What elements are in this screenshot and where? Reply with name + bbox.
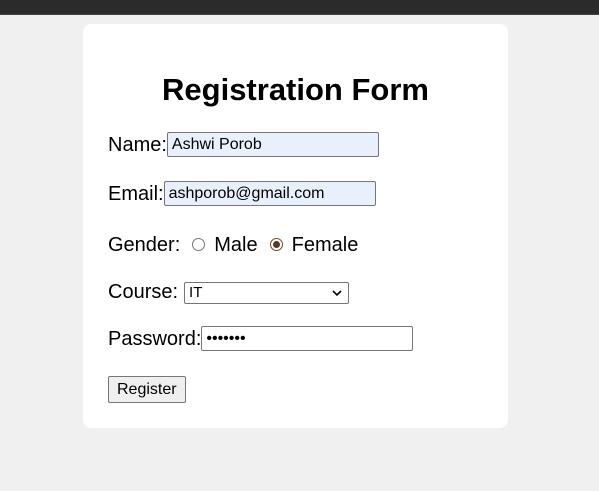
password-label: Password: [108, 327, 202, 350]
course-label: Course: [108, 281, 179, 303]
name-input[interactable] [166, 132, 379, 157]
browser-top-bar [0, 0, 599, 15]
gender-female-label[interactable]: Female [292, 233, 359, 257]
email-input[interactable] [163, 181, 376, 206]
gender-female-radio[interactable] [269, 237, 283, 251]
course-select[interactable]: IT [184, 282, 350, 304]
password-row: Password: [108, 326, 414, 351]
registration-card: Registration Form Name: Email: Gender: M… [83, 24, 508, 428]
name-label: Name: [108, 133, 167, 156]
gender-male-label[interactable]: Male [214, 233, 257, 257]
register-button[interactable]: Register [108, 376, 186, 403]
gender-male-radio[interactable] [192, 237, 206, 251]
name-row: Name: [108, 132, 379, 157]
chevron-down-icon [332, 290, 342, 297]
gender-label: Gender: [108, 234, 181, 256]
email-row: Email: [108, 181, 376, 206]
page-title: Registration Form [162, 72, 429, 107]
email-label: Email: [108, 182, 164, 205]
password-input[interactable] [201, 326, 414, 351]
gender-row: Gender: Male Female [108, 233, 358, 257]
course-selected-value: IT [189, 284, 203, 301]
course-row: Course: IT [108, 280, 350, 304]
